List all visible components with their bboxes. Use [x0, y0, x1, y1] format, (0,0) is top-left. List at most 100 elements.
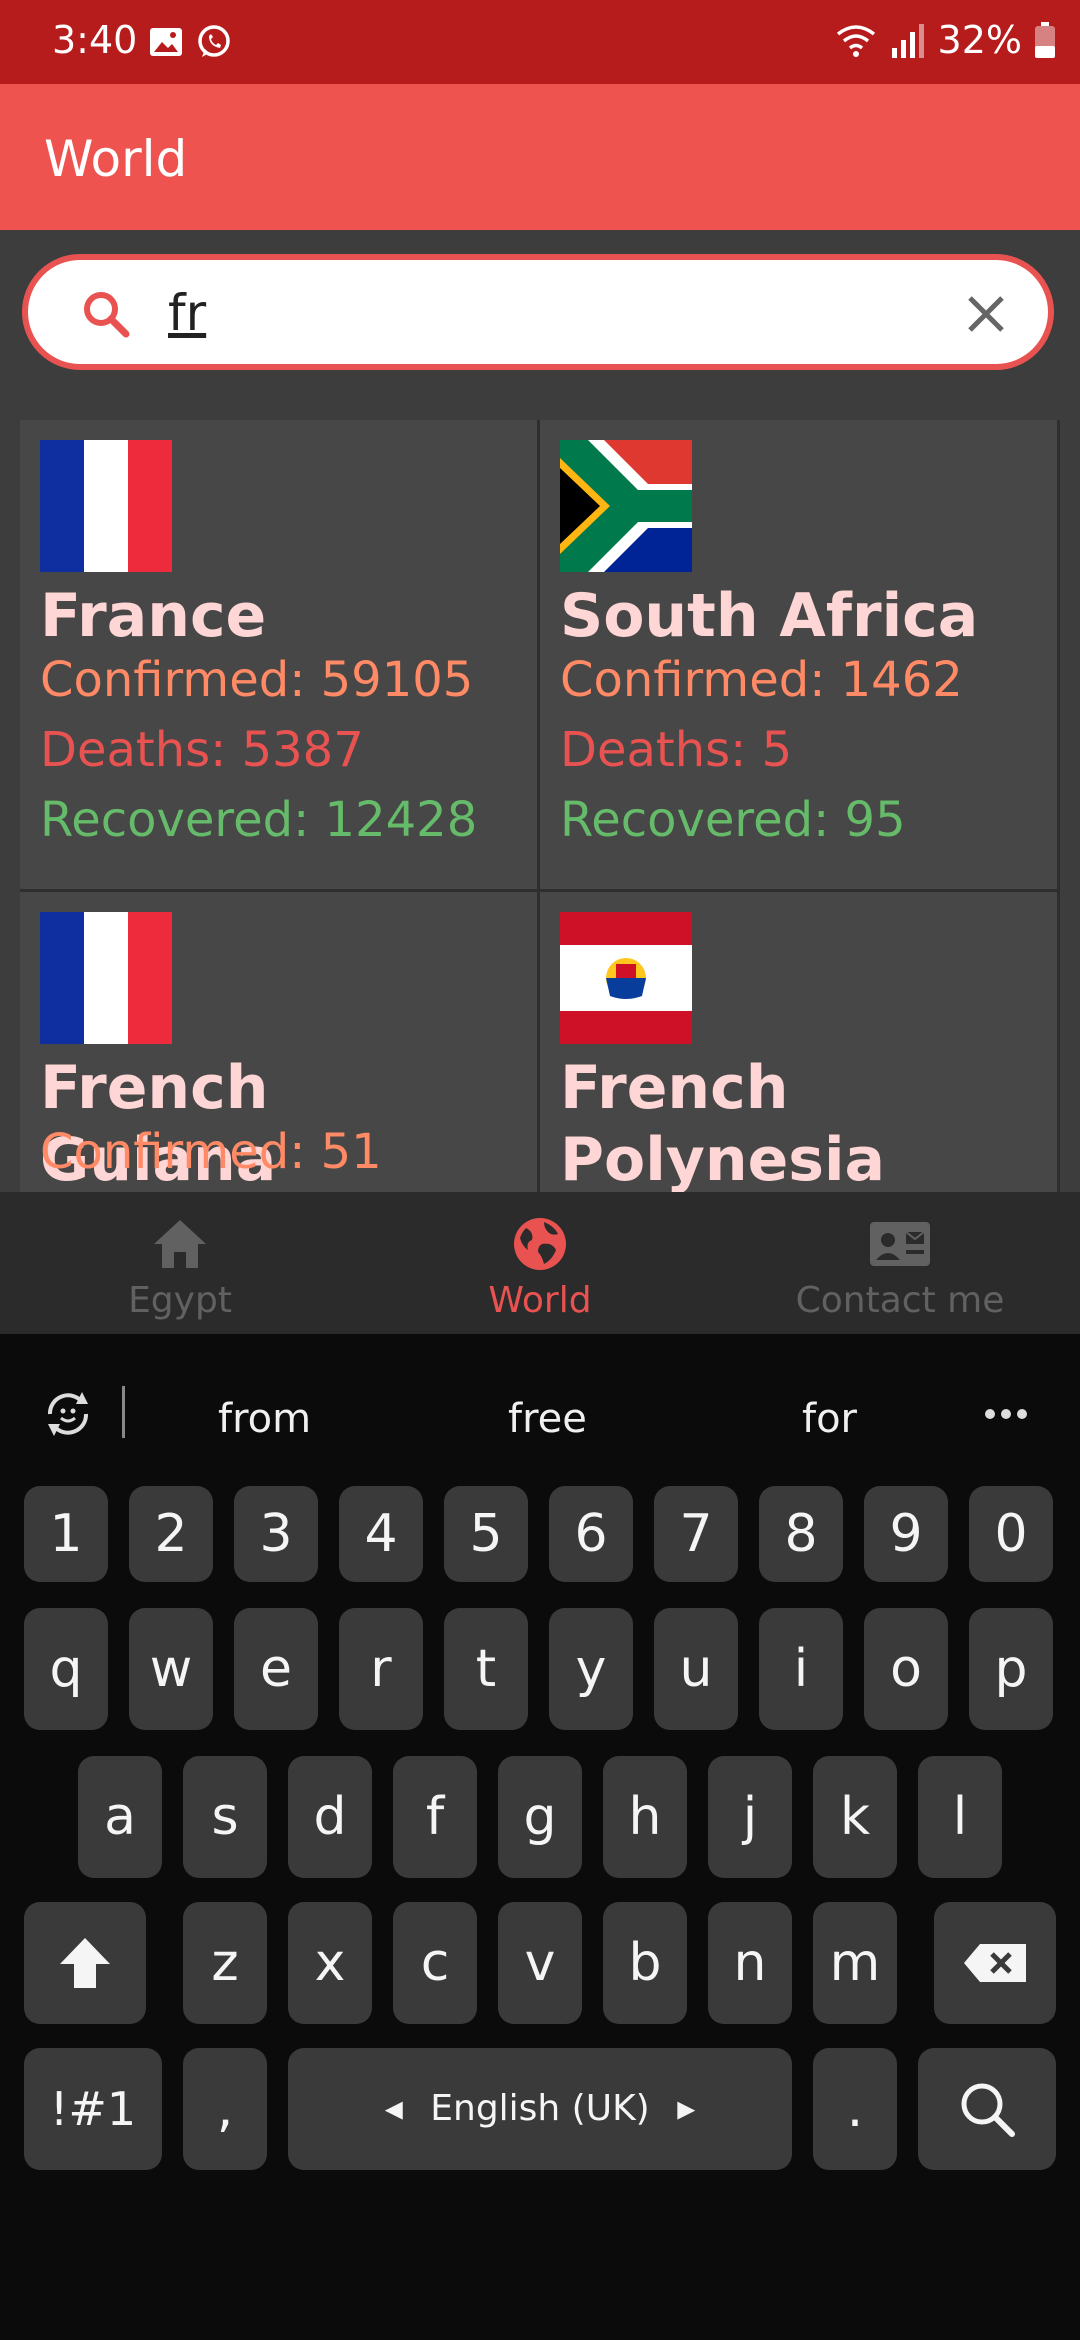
page-title: World	[44, 130, 188, 188]
space-label: English (UK)	[430, 2088, 650, 2129]
key-t[interactable]: t	[444, 1608, 528, 1730]
soft-keyboard[interactable]: from free for 1 2 3 4 5 6 7 8 9 0 q w e …	[0, 1334, 1080, 2340]
key-n[interactable]: n	[708, 1902, 792, 2024]
key-l[interactable]: l	[918, 1756, 1002, 1878]
key-p[interactable]: p	[969, 1608, 1053, 1730]
confirmed-count: Confirmed: 59105	[40, 652, 474, 708]
suggestion-3[interactable]: for	[802, 1396, 857, 1442]
suggestion-2[interactable]: free	[508, 1396, 587, 1442]
country-card-south-africa[interactable]: South Africa Confirmed: 1462 Deaths: 5 R…	[540, 420, 1060, 892]
battery-percent: 32%	[937, 18, 1022, 62]
recovered-count: Recovered: 12428	[40, 792, 478, 848]
key-f[interactable]: f	[393, 1756, 477, 1878]
country-card-france[interactable]: France Confirmed: 59105 Deaths: 5387 Rec…	[20, 420, 540, 892]
bottom-navigation: Egypt World Contact me	[0, 1192, 1080, 1334]
contact-card-icon	[870, 1222, 930, 1266]
globe-icon	[514, 1218, 566, 1270]
language-left-arrow-icon: ◂	[384, 2088, 403, 2129]
shift-icon	[60, 1938, 110, 1988]
country-name: South Africa	[560, 581, 979, 651]
confirmed-count: Confirmed: 51	[40, 1124, 382, 1180]
french-guiana-flag-icon	[40, 912, 172, 1044]
key-6[interactable]: 6	[549, 1486, 633, 1582]
french-polynesia-flag-icon	[560, 912, 692, 1044]
key-c[interactable]: c	[393, 1902, 477, 2024]
search-input[interactable]	[168, 278, 948, 348]
south-africa-flag-icon	[560, 440, 692, 572]
country-name: French Polynesia	[560, 1053, 886, 1192]
search-bar[interactable]	[22, 254, 1054, 370]
key-b[interactable]: b	[603, 1902, 687, 2024]
nav-label: Contact me	[795, 1280, 1005, 1321]
key-0[interactable]: 0	[969, 1486, 1053, 1582]
key-o[interactable]: o	[864, 1608, 948, 1730]
status-right: 32%	[834, 18, 1056, 62]
backspace-icon	[964, 1944, 1026, 1982]
key-4[interactable]: 4	[339, 1486, 423, 1582]
period-key[interactable]: .	[813, 2048, 897, 2170]
signal-icon	[891, 24, 924, 58]
confirmed-count: Confirmed: 1462	[560, 652, 963, 708]
suggestion-divider	[122, 1386, 125, 1438]
key-7[interactable]: 7	[654, 1486, 738, 1582]
key-z[interactable]: z	[183, 1902, 267, 2024]
clear-search-icon[interactable]	[956, 284, 1016, 344]
key-u[interactable]: u	[654, 1608, 738, 1730]
nav-item-egypt[interactable]: Egypt	[0, 1192, 360, 1334]
key-y[interactable]: y	[549, 1608, 633, 1730]
key-k[interactable]: k	[813, 1756, 897, 1878]
key-2[interactable]: 2	[129, 1486, 213, 1582]
key-1[interactable]: 1	[24, 1486, 108, 1582]
space-key[interactable]: ◂ English (UK) ▸	[288, 2048, 792, 2170]
key-8[interactable]: 8	[759, 1486, 843, 1582]
key-e[interactable]: e	[234, 1608, 318, 1730]
backspace-key[interactable]	[934, 1902, 1056, 2024]
key-m[interactable]: m	[813, 1902, 897, 2024]
key-q[interactable]: q	[24, 1608, 108, 1730]
comma-key[interactable]: ,	[183, 2048, 267, 2170]
key-g[interactable]: g	[498, 1756, 582, 1878]
key-i[interactable]: i	[759, 1608, 843, 1730]
key-a[interactable]: a	[78, 1756, 162, 1878]
search-key[interactable]	[918, 2048, 1056, 2170]
key-3[interactable]: 3	[234, 1486, 318, 1582]
key-j[interactable]: j	[708, 1756, 792, 1878]
country-name: France	[40, 581, 267, 651]
search-icon	[84, 292, 130, 338]
status-time: 3:40	[52, 18, 138, 62]
symbols-key[interactable]: !#1	[24, 2048, 162, 2170]
gallery-icon	[150, 28, 182, 56]
more-options-icon[interactable]	[984, 1408, 1028, 1420]
wifi-icon	[836, 25, 875, 57]
key-v[interactable]: v	[498, 1902, 582, 2024]
key-r[interactable]: r	[339, 1608, 423, 1730]
status-bar: 3:40 32%	[0, 0, 1080, 84]
app-bar: World	[0, 84, 1080, 230]
language-right-arrow-icon: ▸	[677, 2088, 696, 2129]
france-flag-icon	[40, 440, 172, 572]
key-w[interactable]: w	[129, 1608, 213, 1730]
country-card-french-polynesia[interactable]: French Polynesia	[540, 892, 1060, 1192]
deaths-count: Deaths: 5387	[40, 722, 364, 778]
nav-label: World	[488, 1280, 592, 1321]
home-icon	[154, 1220, 206, 1268]
battery-icon	[1035, 22, 1055, 58]
key-5[interactable]: 5	[444, 1486, 528, 1582]
content-area[interactable]: France Confirmed: 59105 Deaths: 5387 Rec…	[0, 230, 1080, 1192]
key-9[interactable]: 9	[864, 1486, 948, 1582]
recovered-count: Recovered: 95	[560, 792, 906, 848]
key-s[interactable]: s	[183, 1756, 267, 1878]
suggestion-1[interactable]: from	[218, 1396, 311, 1442]
key-d[interactable]: d	[288, 1756, 372, 1878]
whatsapp-icon	[198, 25, 230, 57]
key-x[interactable]: x	[288, 1902, 372, 2024]
nav-label: Egypt	[128, 1280, 232, 1321]
country-card-french-guiana[interactable]: French Guiana Confirmed: 51	[20, 892, 540, 1192]
keyboard-settings-icon[interactable]	[38, 1384, 98, 1444]
keyboard-search-icon	[961, 2083, 1015, 2137]
deaths-count: Deaths: 5	[560, 722, 793, 778]
nav-item-world[interactable]: World	[360, 1192, 720, 1334]
shift-key[interactable]	[24, 1902, 146, 2024]
key-h[interactable]: h	[603, 1756, 687, 1878]
nav-item-contact[interactable]: Contact me	[720, 1192, 1080, 1334]
